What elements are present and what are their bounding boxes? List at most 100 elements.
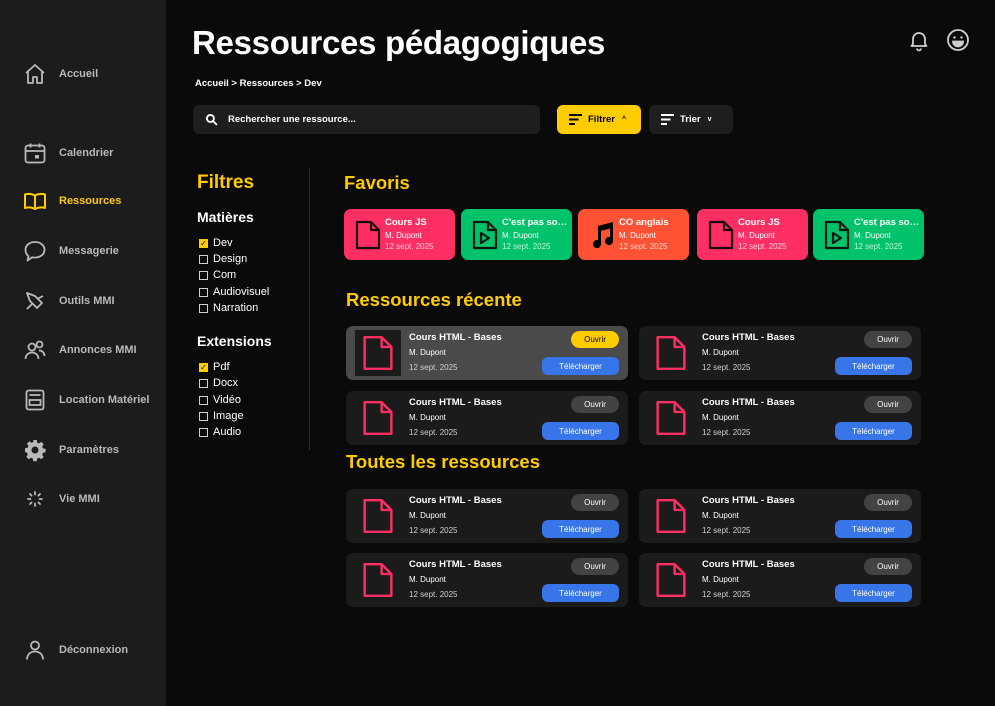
resource-card[interactable]: Cours HTML - Bases M. Dupont 12 sept. 20… (346, 553, 628, 607)
filter-button-label: Filtrer (588, 114, 615, 125)
pdf-file-icon (355, 395, 401, 441)
filter-option-label: Design (213, 253, 248, 265)
resource-author: M. Dupont (409, 511, 446, 520)
checkbox[interactable] (199, 395, 208, 405)
filter-option-dev[interactable]: Dev (199, 236, 233, 250)
open-button[interactable]: Ouvrir (571, 558, 619, 575)
download-button[interactable]: Télécharger (542, 520, 619, 538)
filter-option-image[interactable]: Image (199, 409, 244, 423)
filter-group-title: Matières (197, 209, 254, 225)
sidebar-item-ressources[interactable]: Ressources (22, 187, 121, 215)
filter-option-video[interactable]: Vidéo (199, 393, 241, 407)
smiley-icon[interactable] (946, 28, 970, 52)
pdf-file-icon (648, 557, 694, 603)
sidebar-item-calendrier[interactable]: Calendrier (22, 139, 113, 167)
checkbox[interactable] (199, 270, 208, 280)
sidebar-item-messagerie[interactable]: Messagerie (22, 237, 119, 265)
pdf-file-icon (354, 220, 382, 250)
resource-date: 12 sept. 2025 (702, 526, 751, 535)
resource-author: M. Dupont (702, 413, 739, 422)
resource-card[interactable]: Cours HTML - Bases M. Dupont 12 sept. 20… (639, 391, 921, 445)
favorite-card[interactable]: C'est pas sorcier M. Dupont 12 sept. 202… (813, 209, 924, 260)
breadcrumb[interactable]: Accueil > Ressources > Dev (195, 78, 322, 89)
resource-date: 12 sept. 2025 (702, 363, 751, 372)
filters-title: Filtres (197, 172, 255, 193)
filter-option-pdf[interactable]: Pdf (199, 360, 230, 374)
download-button[interactable]: Télécharger (835, 584, 912, 602)
sidebar-item-label: Ressources (59, 195, 122, 207)
resource-date: 12 sept. 2025 (702, 428, 751, 437)
sidebar-item-vie[interactable]: Vie MMI (22, 485, 100, 513)
favorite-card[interactable]: Cours JS M. Dupont 12 sept. 2025 (344, 209, 455, 260)
music-note-icon (588, 220, 616, 250)
filter-option-label: Dev (213, 237, 233, 249)
open-button[interactable]: Ouvrir (571, 331, 619, 348)
sidebar-item-outils[interactable]: Outils MMI (22, 287, 115, 315)
tools-icon (22, 288, 48, 314)
checkbox[interactable] (199, 378, 208, 388)
open-button[interactable]: Ouvrir (571, 494, 619, 511)
filter-option-com[interactable]: Com (199, 268, 236, 282)
video-file-icon (471, 220, 499, 250)
checkbox[interactable] (199, 287, 208, 297)
logout-button[interactable]: Déconnexion (22, 636, 128, 664)
filter-option-docx[interactable]: Docx (199, 376, 238, 390)
filter-option-narration[interactable]: Narration (199, 301, 258, 315)
download-button[interactable]: Télécharger (542, 584, 619, 602)
sidebar-item-accueil[interactable]: Accueil (22, 60, 98, 88)
filter-lines-icon (569, 114, 582, 125)
download-button[interactable]: Télécharger (835, 357, 912, 375)
sidebar-item-annonces[interactable]: Annonces MMI (22, 336, 137, 364)
filter-option-label: Audio (213, 426, 242, 438)
open-button[interactable]: Ouvrir (864, 396, 912, 413)
resource-card[interactable]: Cours HTML - Bases M. Dupont 12 sept. 20… (346, 326, 628, 380)
checkbox[interactable] (199, 303, 208, 313)
sidebar-item-parametres[interactable]: Paramètres (22, 436, 119, 464)
favorite-title: Cours JS (385, 217, 427, 228)
favorite-card[interactable]: Cours JS M. Dupont 12 sept. 2025 (697, 209, 808, 260)
filter-option-audiovisuel[interactable]: Audiovisuel (199, 285, 269, 299)
checkbox[interactable] (199, 411, 208, 421)
open-button[interactable]: Ouvrir (864, 558, 912, 575)
resource-card[interactable]: Cours HTML - Bases M. Dupont 12 sept. 20… (639, 489, 921, 543)
open-button[interactable]: Ouvrir (864, 494, 912, 511)
sidebar-item-location[interactable]: Location Matériel (22, 386, 149, 414)
checkbox[interactable] (199, 427, 208, 437)
resource-author: M. Dupont (409, 575, 446, 584)
favorite-title: CO anglais (619, 217, 669, 228)
filter-option-design[interactable]: Design (199, 252, 247, 266)
download-button[interactable]: Télécharger (835, 422, 912, 440)
open-button[interactable]: Ouvrir (571, 396, 619, 413)
checkbox[interactable] (199, 254, 208, 264)
checkbox[interactable] (199, 238, 208, 248)
checkbox[interactable] (199, 362, 208, 372)
resource-card[interactable]: Cours HTML - Bases M. Dupont 12 sept. 20… (346, 489, 628, 543)
open-button[interactable]: Ouvrir (864, 331, 912, 348)
pdf-file-icon (707, 220, 735, 250)
sort-button[interactable]: Trier v (649, 105, 733, 134)
search-input[interactable] (228, 114, 518, 125)
filter-button[interactable]: Filtrer ^ (557, 105, 641, 134)
sidebar-item-label: Vie MMI (59, 493, 100, 505)
resource-date: 12 sept. 2025 (409, 590, 458, 599)
sidebar: Accueil Calendrier Ressources Messagerie… (0, 0, 166, 706)
resource-title: Cours HTML - Bases (409, 495, 502, 506)
bell-icon[interactable] (907, 28, 931, 52)
resource-card[interactable]: Cours HTML - Bases M. Dupont 12 sept. 20… (639, 326, 921, 380)
filter-option-audio[interactable]: Audio (199, 425, 241, 439)
sort-lines-icon (661, 114, 674, 125)
favorite-card[interactable]: CO anglais M. Dupont 12 sept. 2025 (578, 209, 689, 260)
download-button[interactable]: Télécharger (542, 422, 619, 440)
favorite-card[interactable]: C'est pas sorcier M. Dupont 12 sept. 202… (461, 209, 572, 260)
download-button[interactable]: Télécharger (542, 357, 619, 375)
user-icon (22, 637, 48, 663)
resource-card[interactable]: Cours HTML - Bases M. Dupont 12 sept. 20… (346, 391, 628, 445)
filter-option-label: Narration (213, 302, 259, 314)
favorite-author: M. Dupont (385, 231, 422, 240)
favorite-author: M. Dupont (619, 231, 656, 240)
resource-author: M. Dupont (409, 413, 446, 422)
sidebar-item-label: Outils MMI (59, 295, 115, 307)
download-button[interactable]: Télécharger (835, 520, 912, 538)
resource-card[interactable]: Cours HTML - Bases M. Dupont 12 sept. 20… (639, 553, 921, 607)
pdf-file-icon (648, 395, 694, 441)
